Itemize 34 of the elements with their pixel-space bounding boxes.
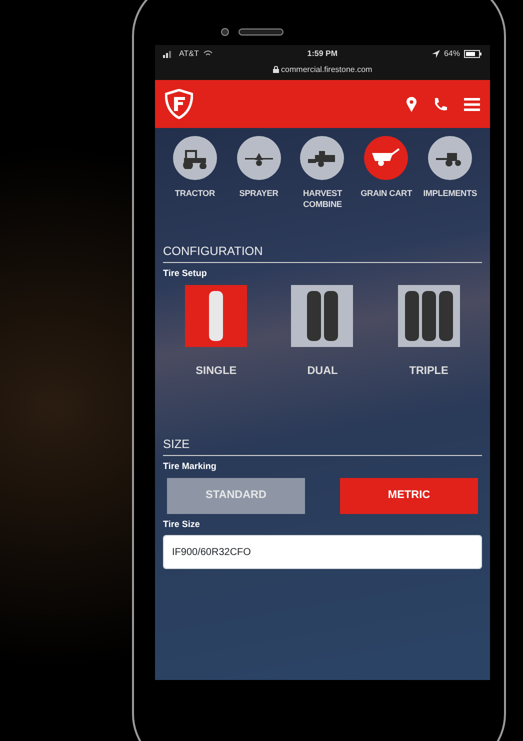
option-label: DUAL <box>307 364 338 379</box>
tire-icon <box>404 290 453 341</box>
tire-icon <box>306 290 338 341</box>
map-pin-icon[interactable] <box>406 96 417 112</box>
tire-icon <box>209 290 224 341</box>
carrier-name: AT&T <box>179 48 199 60</box>
url-text: commercial.firestone.com <box>281 65 372 74</box>
option-label: SINGLE <box>196 364 237 379</box>
section-heading: CONFIGURATION <box>163 242 482 264</box>
phone-icon[interactable] <box>433 96 448 112</box>
category-option[interactable]: IMPLEMENTS <box>418 136 482 210</box>
lock-icon <box>272 66 279 74</box>
battery-percent: 64% <box>444 48 460 60</box>
tire-marking-button[interactable]: METRIC <box>340 478 478 514</box>
cart-icon <box>371 147 402 169</box>
tire-size-field[interactable]: IF900/60R32CFO <box>163 535 482 570</box>
category-option[interactable]: SPRAYER <box>226 136 291 210</box>
battery-icon <box>464 50 482 58</box>
category-option[interactable]: HARVEST COMBINE <box>290 136 354 210</box>
category-option[interactable]: TRACTOR <box>163 136 227 210</box>
wifi-icon <box>202 50 213 58</box>
tire-setup-option[interactable] <box>185 284 248 347</box>
field-label: Tire Setup <box>163 267 208 280</box>
tire-setup-option[interactable] <box>291 284 354 347</box>
category-option[interactable]: GRAIN CART <box>354 136 418 210</box>
location-arrow-icon <box>432 50 440 58</box>
field-label: Tire Marking <box>163 460 218 474</box>
tire-setup-option[interactable] <box>398 284 460 347</box>
menu-icon[interactable] <box>464 96 480 112</box>
shield-logo-icon[interactable] <box>165 89 193 119</box>
clock-time: 1:59 PM <box>307 48 338 60</box>
field-label: Tire Size <box>163 518 201 531</box>
option-label: TRIPLE <box>409 364 448 379</box>
section-heading: SIZE <box>163 435 482 456</box>
